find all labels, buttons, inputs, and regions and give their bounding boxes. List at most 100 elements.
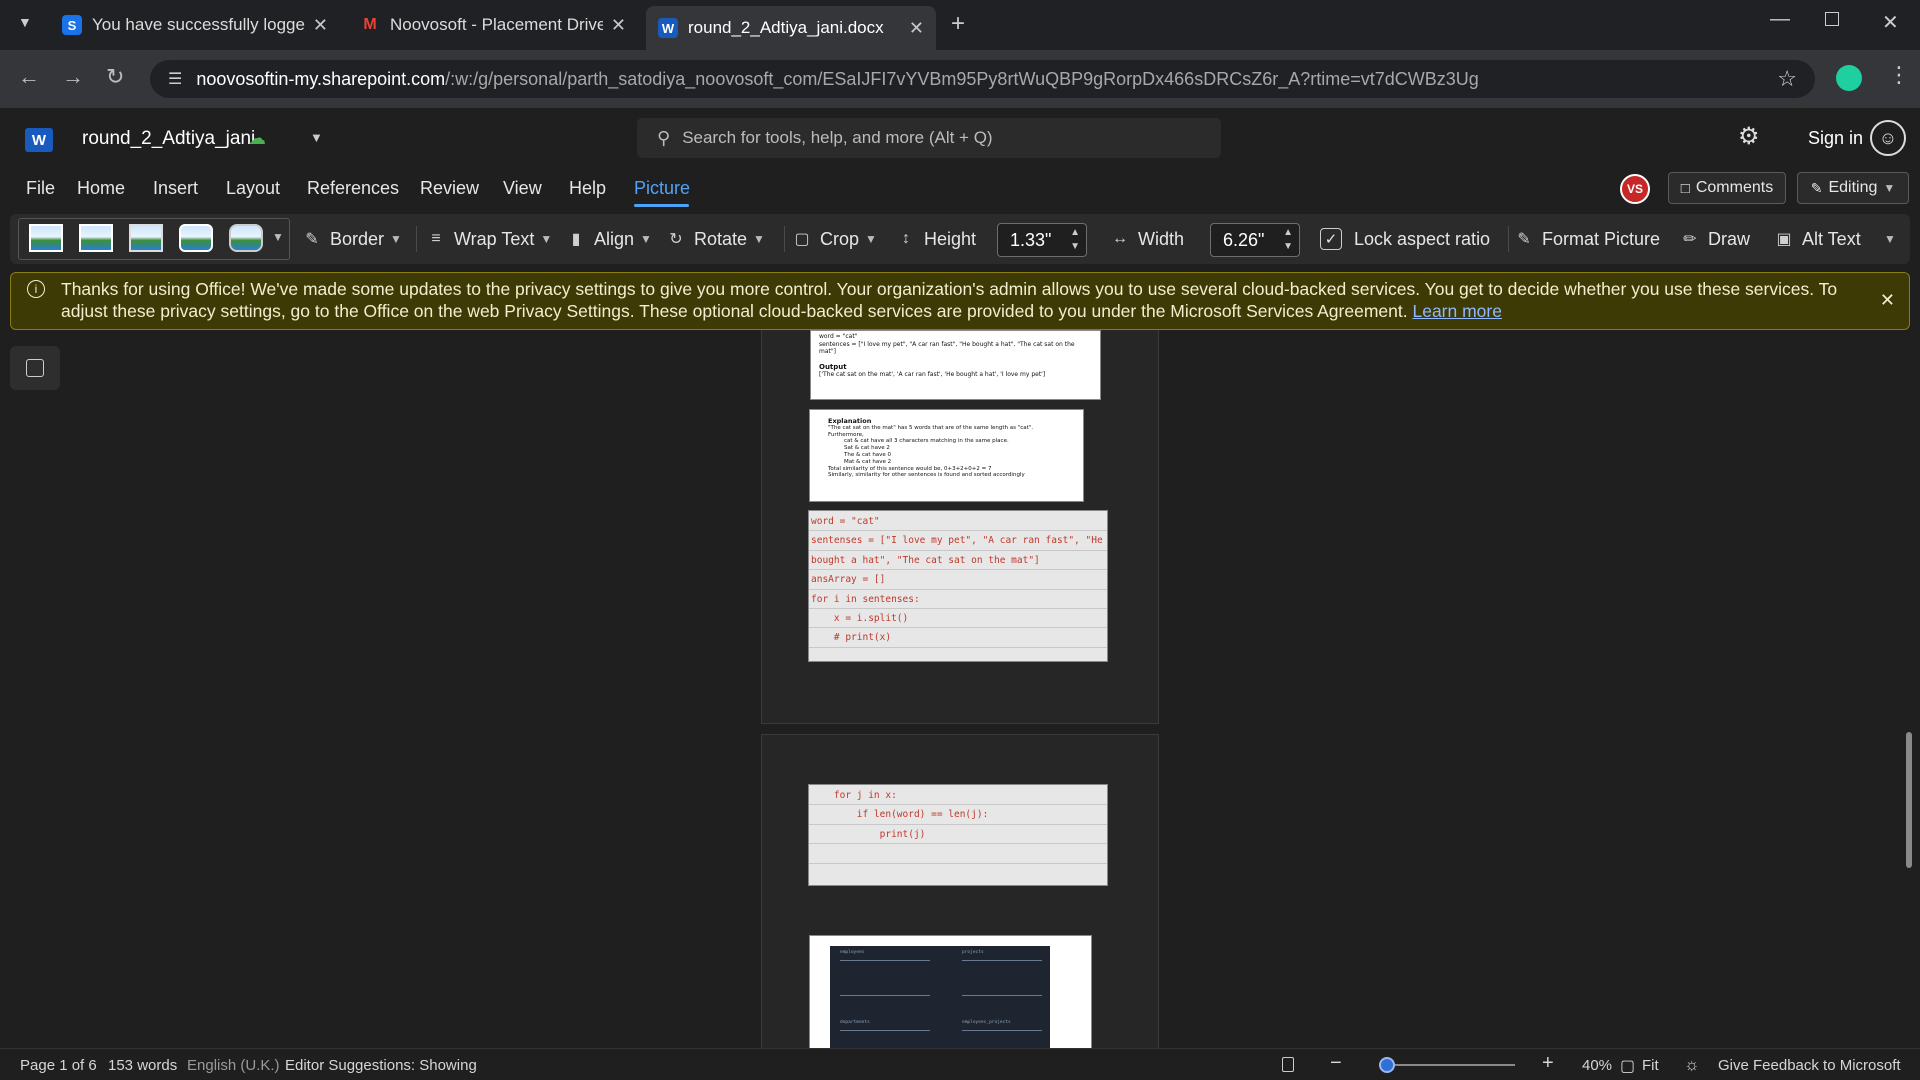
word-count[interactable]: 153 words	[108, 1057, 177, 1074]
settings-gear-icon[interactable]: ⚙	[1738, 122, 1760, 151]
rotate-button[interactable]: ↻ Rotate ▼	[666, 214, 765, 264]
code-line	[809, 844, 1107, 864]
learn-more-link[interactable]: Learn more	[1412, 301, 1502, 321]
schema-diagram: employees projects departments employees…	[830, 946, 1050, 1048]
width-input[interactable]: 6.26" ▲ ▼	[1210, 223, 1300, 257]
menu-layout[interactable]: Layout	[226, 178, 280, 199]
example-input-image[interactable]: word = "cat" sentences = ["I love my pet…	[810, 330, 1101, 400]
picture-style-thumb-5[interactable]	[229, 224, 263, 252]
status-bar: Page 1 of 6 153 words English (U.K.) Edi…	[0, 1048, 1920, 1080]
zoom-slider-thumb[interactable]	[1378, 1057, 1395, 1073]
document-title[interactable]: round_2_Adtiya_jani	[82, 128, 255, 150]
tab-title: You have successfully logged o	[92, 15, 305, 34]
word-logo-icon[interactable]: W	[25, 128, 53, 152]
menu-insert[interactable]: Insert	[153, 178, 198, 199]
ribbon-divider	[1508, 226, 1509, 252]
wrap-text-button[interactable]: ≡ Wrap Text ▼	[426, 214, 552, 264]
lock-aspect-ratio-checkbox[interactable]: ✓ Lock aspect ratio	[1320, 214, 1490, 264]
search-box[interactable]: ⚲ Search for tools, help, and more (Alt …	[637, 118, 1221, 158]
menu-references[interactable]: References	[307, 178, 399, 199]
profile-avatar[interactable]	[1836, 65, 1862, 91]
close-banner-icon[interactable]: ✕	[1880, 289, 1895, 311]
gmail-favicon-icon: M	[363, 16, 377, 33]
window-close-icon[interactable]: ✕	[1882, 10, 1899, 35]
chevron-down-icon: ▼	[540, 232, 553, 246]
schema-label-employees-projects: employees_projects	[962, 1020, 1011, 1025]
tab-search-icon[interactable]: ▼	[18, 14, 32, 30]
menu-picture[interactable]: Picture	[634, 178, 690, 199]
border-label: Border	[330, 228, 385, 249]
menu-home[interactable]: Home	[77, 178, 125, 199]
language-indicator[interactable]: English (U.K.)	[187, 1057, 280, 1074]
vertical-scrollbar-thumb[interactable]	[1906, 732, 1912, 868]
fit-icon[interactable]: ▢	[1620, 1056, 1635, 1076]
ribbon-expand-icon[interactable]: ▼	[1884, 232, 1896, 246]
alt-text-button[interactable]: ▣ Alt Text	[1774, 214, 1860, 264]
menu-file[interactable]: File	[26, 178, 55, 199]
account-icon[interactable]: ☺	[1870, 120, 1906, 156]
new-tab-icon[interactable]: +	[951, 10, 965, 38]
border-button[interactable]: ✎ Border ▼	[302, 214, 402, 264]
saved-status-icon[interactable]: ☁	[248, 128, 266, 149]
minimize-icon[interactable]: —	[1770, 8, 1790, 31]
menu-help[interactable]: Help	[569, 178, 606, 199]
title-dropdown-icon[interactable]: ▼	[310, 130, 323, 145]
code-snippet-image-2[interactable]: for j in x: if len(word) == len(j): prin…	[808, 784, 1108, 886]
lock-aspect-label: Lock aspect ratio	[1354, 228, 1491, 249]
menu-view[interactable]: View	[503, 178, 542, 199]
height-spinner-icon[interactable]: ▲ ▼	[1070, 226, 1080, 254]
tab-title: Noovosoft - Placement Drive -	[390, 15, 603, 34]
reload-icon[interactable]: ↻	[106, 64, 124, 90]
navigation-pane-button[interactable]	[10, 346, 60, 390]
sign-in-link[interactable]: Sign in	[1808, 128, 1863, 149]
border-pen-icon: ✎	[305, 231, 319, 248]
picture-style-thumb-2[interactable]	[79, 224, 113, 252]
database-schema-image[interactable]: employees projects departments employees…	[809, 935, 1092, 1048]
page-count[interactable]: Page 1 of 6	[20, 1057, 97, 1074]
menu-review[interactable]: Review	[420, 178, 479, 199]
zoom-out-icon[interactable]: −	[1330, 1052, 1342, 1075]
forward-icon[interactable]: →	[62, 64, 84, 90]
width-spinner-icon[interactable]: ▲ ▼	[1283, 226, 1293, 254]
editing-mode-button[interactable]: ✎ Editing ▼	[1797, 172, 1909, 204]
explanation-image[interactable]: Explanation "The cat sat on the mat" has…	[809, 409, 1084, 502]
user-avatar[interactable]: VS	[1620, 174, 1650, 204]
picture-style-thumb-3[interactable]	[129, 224, 163, 252]
zoom-level[interactable]: 40%	[1582, 1057, 1612, 1074]
zoom-slider[interactable]	[1378, 1057, 1515, 1073]
crop-icon: ▢	[794, 231, 810, 248]
editing-label: Editing	[1828, 179, 1878, 196]
align-button[interactable]: ▮ Align ▼	[566, 214, 652, 264]
close-tab-icon[interactable]: ✕	[313, 15, 328, 36]
url-field[interactable]: ☰ noovosoftin-my.sharepoint.com/:w:/g/pe…	[150, 60, 1815, 98]
browser-tab-1[interactable]: S You have successfully logged o ✕	[50, 8, 340, 42]
draw-button[interactable]: ✏ Draw	[1680, 214, 1750, 264]
editor-suggestions[interactable]: Editor Suggestions: Showing	[285, 1057, 477, 1074]
browser-tab-3-active[interactable]: W round_2_Adtiya_jani.docx ✕	[646, 6, 936, 50]
format-picture-button[interactable]: ✎ Format Picture	[1514, 214, 1660, 264]
browser-tab-2[interactable]: M Noovosoft - Placement Drive - ✕	[348, 8, 638, 42]
height-input[interactable]: 1.33" ▲ ▼	[997, 223, 1087, 257]
fit-label[interactable]: Fit	[1642, 1057, 1659, 1074]
site-info-icon[interactable]: ☰	[168, 69, 182, 89]
styles-expand-icon[interactable]: ▼	[272, 230, 284, 244]
crop-button[interactable]: ▢ Crop ▼	[792, 214, 876, 264]
height-value: 1.33"	[1010, 229, 1052, 250]
picture-style-thumb-4[interactable]	[179, 224, 213, 252]
picture-style-thumb-1[interactable]	[29, 224, 63, 252]
close-tab-icon[interactable]: ✕	[909, 18, 924, 39]
restore-icon[interactable]	[1825, 12, 1839, 26]
comments-button[interactable]: □ Comments	[1668, 172, 1786, 204]
close-tab-icon[interactable]: ✕	[611, 15, 626, 36]
back-icon[interactable]: ←	[18, 64, 40, 90]
feedback-link[interactable]: Give Feedback to Microsoft	[1718, 1057, 1901, 1074]
schema-table-employees-projects	[962, 1030, 1042, 1048]
zoom-in-icon[interactable]: +	[1542, 1052, 1554, 1075]
brightness-icon[interactable]: ☼	[1684, 1055, 1700, 1075]
browser-menu-icon[interactable]: ⋮	[1888, 62, 1910, 88]
bookmark-star-icon[interactable]: ☆	[1777, 66, 1797, 92]
navigation-pane-icon	[26, 359, 44, 377]
chevron-down-icon: ▼	[390, 232, 402, 246]
code-snippet-image-1[interactable]: word = "cat" sentenses = ["I love my pet…	[808, 510, 1108, 662]
page-view-icon[interactable]	[1282, 1057, 1294, 1072]
